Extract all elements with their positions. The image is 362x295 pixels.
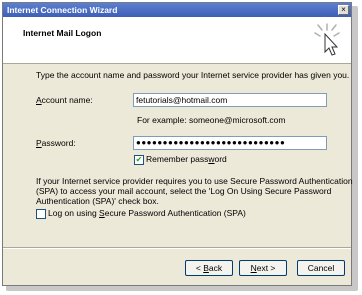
- remember-password-label[interactable]: Remember password: [146, 154, 227, 165]
- next-button[interactable]: Next >: [239, 260, 287, 276]
- window-title: Internet Connection Wizard: [7, 5, 118, 15]
- wizard-header: Internet Mail Logon: [3, 17, 351, 64]
- wizard-body: Type the account name and password your …: [3, 64, 353, 249]
- account-example-text: For example: someone@microsoft.com: [137, 115, 286, 125]
- password-label: Password:: [36, 138, 76, 148]
- wizard-pointer-icon: [314, 23, 340, 56]
- account-name-input[interactable]: fetutorials@hotmail.com: [133, 93, 327, 107]
- close-button[interactable]: ×: [338, 5, 349, 15]
- checkmark-icon: ✔: [135, 155, 143, 164]
- close-icon: ×: [341, 5, 346, 14]
- remember-password-checkbox[interactable]: ✔: [134, 155, 144, 165]
- footer-divider: [3, 247, 351, 249]
- page-title: Internet Mail Logon: [23, 28, 102, 38]
- spa-checkbox[interactable]: [36, 209, 46, 219]
- title-bar[interactable]: Internet Connection Wizard ×: [3, 3, 351, 17]
- back-button[interactable]: < Back: [185, 260, 233, 276]
- password-input[interactable]: ●●●●●●●●●●●●●●●●●●●●●●●●●●●●: [133, 136, 327, 150]
- cancel-button[interactable]: Cancel: [297, 260, 345, 276]
- account-name-label: Account name:: [36, 95, 93, 105]
- wizard-window: Internet Connection Wizard × Internet Ma…: [2, 2, 353, 286]
- spa-note-line-3: Authentication (SPA)' check box.: [36, 196, 159, 206]
- spa-checkbox-label[interactable]: Log on using Secure Password Authenticat…: [48, 208, 246, 219]
- instructions-text: Type the account name and password your …: [36, 70, 350, 80]
